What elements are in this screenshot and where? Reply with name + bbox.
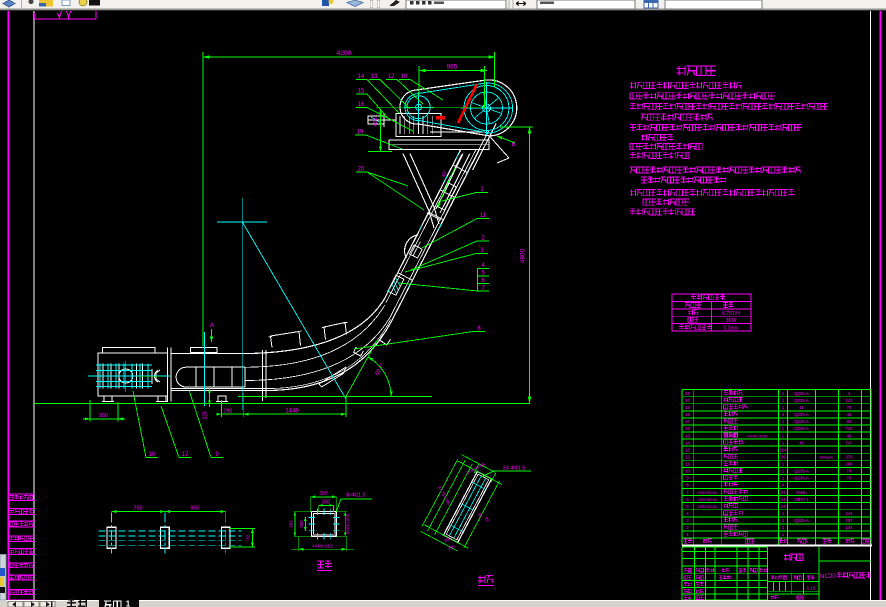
svg-text:19: 19 (685, 405, 691, 410)
svg-text:Q235-A: Q235-A (794, 426, 809, 431)
svg-text:36: 36 (781, 454, 786, 459)
svg-text:Q235-A: Q235-A (794, 469, 809, 474)
svg-text:Q235-A: Q235-A (794, 398, 809, 403)
svg-text:79: 79 (847, 405, 852, 410)
svg-text:GB5782-86: GB5782-86 (697, 505, 716, 509)
svg-text:45: 45 (799, 440, 804, 445)
svg-text:45: 45 (847, 412, 852, 417)
svg-text:GB97.1: GB97.1 (794, 497, 809, 502)
svg-text:18: 18 (685, 412, 691, 417)
svg-text:NC20: NC20 (820, 573, 836, 580)
svg-text:1: 1 (126, 600, 131, 607)
svg-text:288: 288 (846, 462, 854, 467)
svg-text:757: 757 (846, 518, 854, 523)
svg-text:20: 20 (685, 398, 691, 403)
svg-text:4200: 4200 (337, 50, 352, 57)
svg-text:1449: 1449 (285, 409, 299, 415)
svg-text:1:10: 1:10 (807, 585, 816, 590)
svg-text:300: 300 (322, 500, 331, 506)
svg-text:Q235-A: Q235-A (794, 419, 809, 424)
svg-text:6.75T/H: 6.75T/H (722, 311, 740, 317)
svg-text:21: 21 (685, 391, 691, 396)
svg-text:GB5782-86: GB5782-86 (697, 491, 716, 495)
svg-text:397: 397 (319, 491, 328, 497)
svg-text:15: 15 (685, 433, 691, 438)
svg-text:Q235-A: Q235-A (794, 476, 809, 481)
svg-text:4X88=352: 4X88=352 (312, 544, 333, 549)
svg-text:290: 290 (224, 409, 233, 415)
svg-text:10: 10 (685, 469, 691, 474)
svg-text:292: 292 (289, 520, 294, 528)
svg-text:325: 325 (203, 411, 209, 420)
svg-text:17: 17 (685, 419, 691, 424)
svg-text:747: 747 (846, 440, 854, 445)
svg-text:144: 144 (846, 525, 854, 530)
svg-text:379: 379 (846, 454, 854, 459)
svg-text:124: 124 (780, 447, 788, 452)
svg-text:8-Φ11.5: 8-Φ11.5 (346, 493, 366, 499)
svg-text:GB5782-86: GB5782-86 (697, 498, 716, 502)
svg-text:13: 13 (685, 447, 691, 452)
svg-text:900: 900 (190, 506, 199, 512)
svg-text:74: 74 (847, 469, 852, 474)
svg-text:300: 300 (299, 520, 304, 528)
svg-text:24: 24 (781, 504, 786, 509)
svg-text:65Mn: 65Mn (796, 490, 807, 495)
svg-text:Q235-A: Q235-A (794, 518, 809, 523)
svg-text:24: 24 (781, 497, 786, 502)
svg-text:16: 16 (685, 426, 691, 431)
svg-text:4800: 4800 (520, 248, 527, 263)
svg-text:244: 244 (846, 511, 854, 516)
svg-text:965: 965 (447, 64, 458, 71)
svg-text:78: 78 (847, 476, 852, 481)
svg-text:84: 84 (847, 419, 852, 424)
svg-text:458: 458 (373, 117, 379, 126)
svg-text:24: 24 (781, 490, 786, 495)
svg-text:A: A (210, 322, 215, 329)
svg-text:46: 46 (847, 433, 852, 438)
svg-text:Q235-A: Q235-A (794, 391, 809, 396)
svg-text:45: 45 (799, 405, 804, 410)
svg-text:3KW: 3KW (726, 318, 737, 324)
svg-text:715: 715 (846, 426, 854, 431)
svg-text:14: 14 (685, 440, 691, 445)
svg-text:0.1m/s: 0.1m/s (723, 326, 739, 332)
svg-text:Q235-A: Q235-A (794, 412, 809, 417)
svg-text:143: 143 (846, 398, 854, 403)
svg-text:32: 32 (246, 535, 251, 541)
svg-text:3X85=255: 3X85=255 (346, 513, 351, 534)
svg-text:24-Φ11.5: 24-Φ11.5 (503, 466, 526, 472)
svg-text:150: 150 (99, 413, 108, 419)
svg-text:11: 11 (685, 462, 690, 467)
svg-text:100kg/m: 100kg/m (819, 455, 833, 459)
svg-text:750: 750 (133, 506, 142, 512)
svg-text:12: 12 (685, 454, 691, 459)
svg-text:XY/52-3-55: XY/52-3-55 (747, 433, 768, 438)
